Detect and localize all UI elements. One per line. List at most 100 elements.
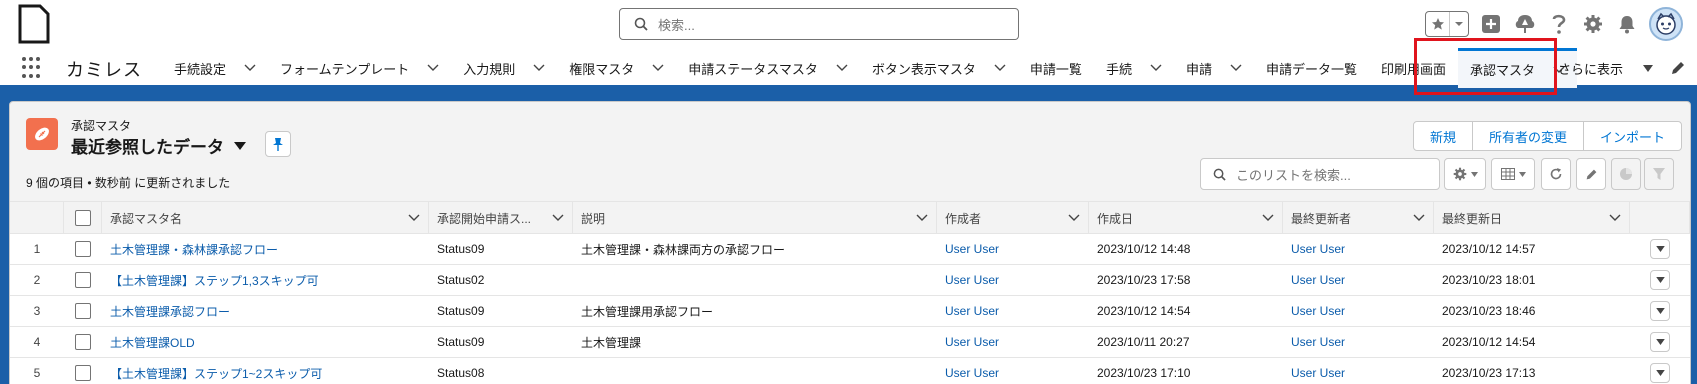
chevron-down-icon[interactable] xyxy=(994,64,1006,72)
chevron-down-icon[interactable] xyxy=(1068,214,1080,222)
trailhead-icon[interactable] xyxy=(1513,12,1537,36)
chevron-down-icon[interactable] xyxy=(836,64,848,72)
row-action-menu-button[interactable] xyxy=(1650,270,1670,290)
app-name: カミレス xyxy=(66,60,142,80)
chevron-down-icon[interactable] xyxy=(1413,214,1425,222)
column-label: 作成者 xyxy=(945,211,982,226)
modifier-link[interactable]: User User xyxy=(1283,296,1434,326)
creator-link[interactable]: User User xyxy=(937,296,1089,326)
nav-item-status-master[interactable]: 申請ステータスマスタ xyxy=(676,48,860,88)
add-icon[interactable] xyxy=(1479,12,1503,36)
select-all-checkbox[interactable] xyxy=(74,210,91,226)
chevron-down-icon[interactable] xyxy=(916,214,928,222)
row-checkbox[interactable] xyxy=(75,272,91,288)
chevron-down-icon[interactable] xyxy=(427,64,439,72)
import-button[interactable]: インポート xyxy=(1583,122,1681,150)
modifier-link[interactable]: User User xyxy=(1283,234,1434,264)
modified-date-cell: 2023/10/23 18:01 xyxy=(1442,273,1536,287)
nav-items: 手続設定 フォームテンプレート 入力規則 権限マスタ 申請ステータスマスタ ボタ… xyxy=(162,48,1578,88)
nav-item-label: 申請ステータスマスタ xyxy=(688,61,818,77)
chevron-down-icon[interactable] xyxy=(552,214,564,222)
row-checkbox[interactable] xyxy=(75,365,91,381)
column-header-created-date[interactable]: 作成日 xyxy=(1089,202,1283,234)
nav-item-validation-rules[interactable]: 入力規則 xyxy=(451,48,557,88)
record-name-link[interactable]: 土木管理課・森林課承認フロー xyxy=(102,234,429,264)
row-action-menu-button[interactable] xyxy=(1650,239,1670,259)
row-action-menu-button[interactable] xyxy=(1650,363,1670,383)
nav-more-button[interactable]: さらに表示 xyxy=(1558,48,1654,88)
chevron-down-icon[interactable] xyxy=(1609,214,1621,222)
row-action-menu-button[interactable] xyxy=(1650,301,1670,321)
global-search-input[interactable]: 検索... xyxy=(619,8,1019,40)
refresh-button[interactable] xyxy=(1541,158,1571,190)
column-header-start-status[interactable]: 承認開始申請ス... xyxy=(429,202,573,234)
record-name-link[interactable]: 【土木管理課】ステップ1~2スキップ可 xyxy=(102,358,429,384)
select-all-header xyxy=(64,202,102,234)
display-as-button[interactable] xyxy=(1491,158,1535,190)
row-checkbox[interactable] xyxy=(75,241,91,257)
description-cell: 土木管理課 xyxy=(581,335,642,350)
modifier-link[interactable]: User User xyxy=(1283,265,1434,295)
list-settings-button[interactable] xyxy=(1444,158,1486,190)
chevron-down-icon[interactable] xyxy=(1150,64,1162,72)
caret-down-icon xyxy=(234,141,246,150)
new-button[interactable]: 新規 xyxy=(1413,122,1473,150)
nav-item-permission-master[interactable]: 権限マスタ xyxy=(557,48,676,88)
column-header-name[interactable]: 承認マスタ名 xyxy=(102,202,429,234)
start-status-cell: Status09 xyxy=(437,335,485,349)
table-header: 承認マスタ名 承認開始申請ス... 説明 作成者 作成日 最終更新者 最終更新日 xyxy=(10,201,1690,234)
chevron-down-icon[interactable] xyxy=(244,64,256,72)
pin-button[interactable] xyxy=(265,131,291,157)
modifier-link[interactable]: User User xyxy=(1283,327,1434,357)
record-name-link[interactable]: 【土木管理課】ステップ1,3スキップ可 xyxy=(102,265,429,295)
row-number: 4 xyxy=(33,335,41,349)
app-launcher-icon[interactable] xyxy=(22,57,44,79)
star-icon[interactable] xyxy=(1426,12,1450,36)
nav-item-tetsuzuki-settei[interactable]: 手続設定 xyxy=(162,48,268,88)
row-checkbox[interactable] xyxy=(75,334,91,350)
row-number: 1 xyxy=(33,242,41,256)
chart-button[interactable] xyxy=(1611,158,1641,190)
column-header-modified-date[interactable]: 最終更新日 xyxy=(1434,202,1630,234)
creator-link[interactable]: User User xyxy=(937,265,1089,295)
avatar[interactable] xyxy=(1649,7,1683,41)
created-date-cell: 2023/10/11 20:27 xyxy=(1097,335,1190,349)
nav-item-application-list[interactable]: 申請一覧 xyxy=(1018,48,1094,88)
list-search-input[interactable]: このリストを検索... xyxy=(1200,158,1440,190)
help-icon[interactable] xyxy=(1547,12,1571,36)
row-action-menu-button[interactable] xyxy=(1650,332,1670,352)
nav-item-button-master[interactable]: ボタン表示マスタ xyxy=(860,48,1018,88)
chevron-down-icon[interactable] xyxy=(1230,64,1242,72)
chevron-down-icon[interactable] xyxy=(1262,214,1274,222)
gear-icon[interactable] xyxy=(1581,12,1605,36)
list-view-selector[interactable]: 最近参照したデータ xyxy=(71,133,246,158)
creator-link[interactable]: User User xyxy=(937,358,1089,384)
edit-nav-icon[interactable] xyxy=(1670,60,1686,76)
column-header-creator[interactable]: 作成者 xyxy=(937,202,1089,234)
record-name-link[interactable]: 土木管理課承認フロー xyxy=(102,296,429,326)
row-checkbox[interactable] xyxy=(75,303,91,319)
nav-item-application[interactable]: 申請 xyxy=(1174,48,1254,88)
nav-item-procedure[interactable]: 手続 xyxy=(1094,48,1174,88)
record-name-link[interactable]: 土木管理課OLD xyxy=(102,327,429,357)
nav-item-form-template[interactable]: フォームテンプレート xyxy=(268,48,451,88)
favorites-dropdown-icon[interactable] xyxy=(1450,12,1468,36)
list-search-placeholder: このリストを検索... xyxy=(1236,167,1351,183)
column-header-description[interactable]: 説明 xyxy=(573,202,937,234)
change-owner-button[interactable]: 所有者の変更 xyxy=(1472,122,1584,150)
nav-item-label: 権限マスタ xyxy=(569,61,635,77)
filter-button[interactable] xyxy=(1644,158,1674,190)
bell-icon[interactable] xyxy=(1615,12,1639,36)
creator-link[interactable]: User User xyxy=(937,327,1089,357)
header-actions xyxy=(1425,7,1683,41)
search-icon xyxy=(634,17,648,31)
nav-item-application-data-list[interactable]: 申請データ一覧 xyxy=(1254,48,1369,88)
inline-edit-button[interactable] xyxy=(1576,158,1606,190)
caret-down-icon xyxy=(1655,246,1665,252)
column-header-modifier[interactable]: 最終更新者 xyxy=(1283,202,1434,234)
modifier-link[interactable]: User User xyxy=(1283,358,1434,384)
chevron-down-icon[interactable] xyxy=(533,64,545,72)
chevron-down-icon[interactable] xyxy=(652,64,664,72)
chevron-down-icon[interactable] xyxy=(408,214,420,222)
creator-link[interactable]: User User xyxy=(937,234,1089,264)
